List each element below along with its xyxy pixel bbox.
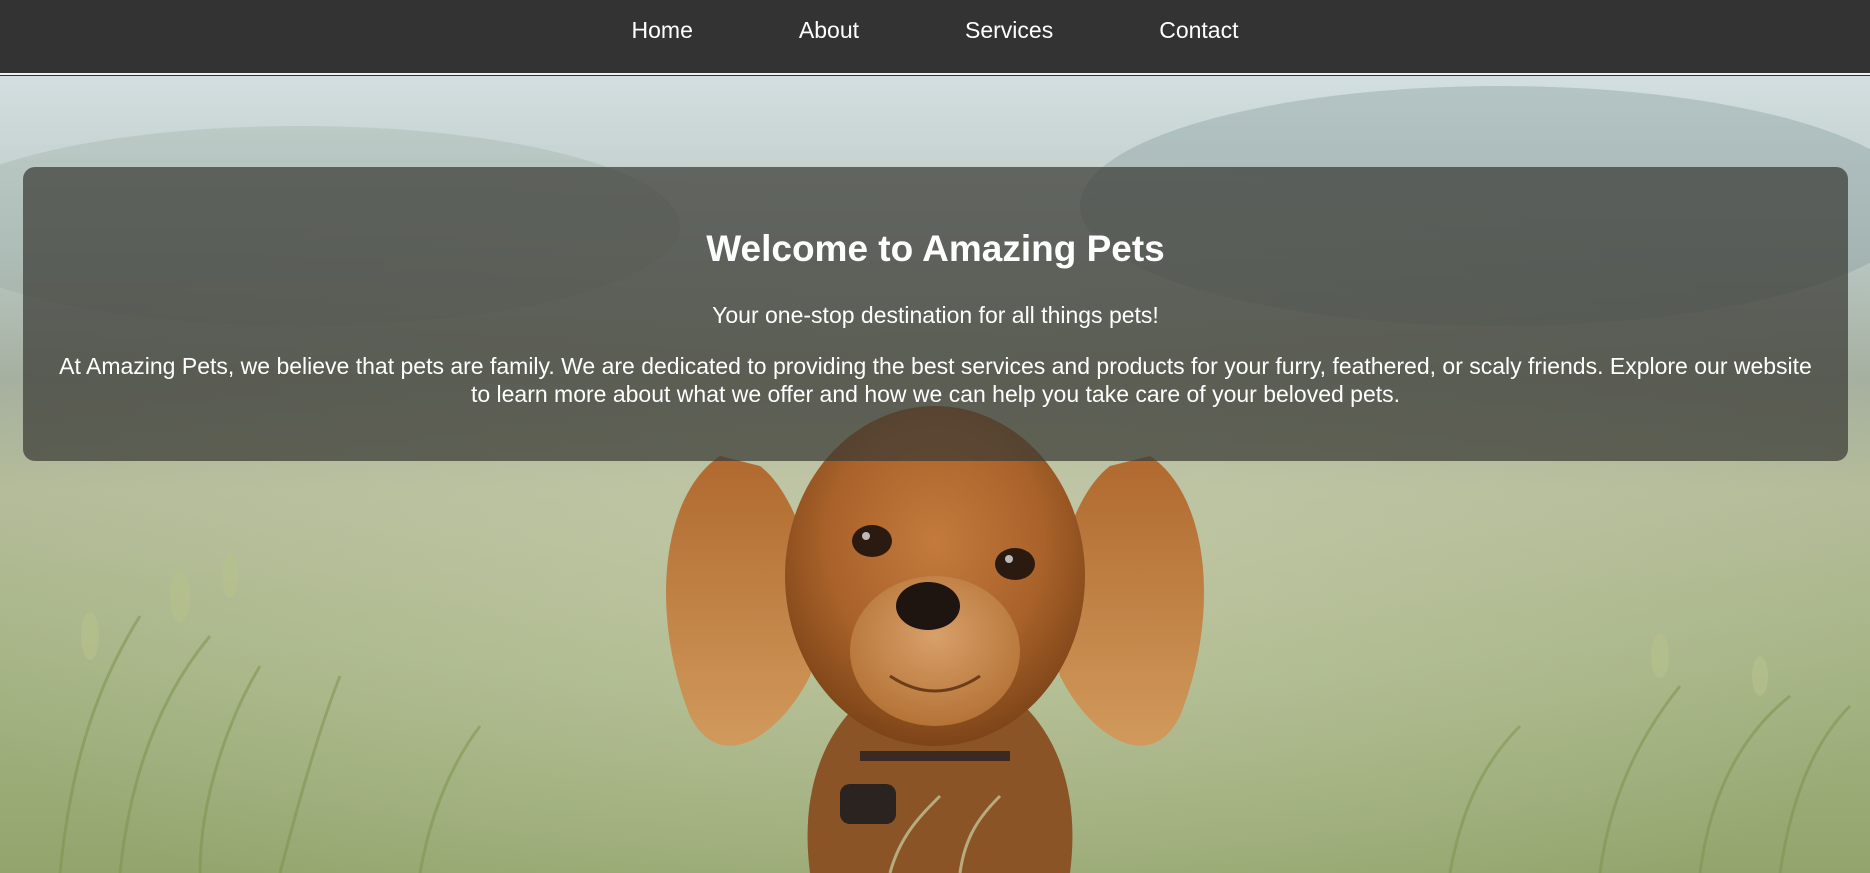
welcome-heading: Welcome to Amazing Pets [706, 228, 1165, 269]
nav-link-contact[interactable]: Contact [1159, 17, 1238, 43]
nav-item-services: Services [965, 17, 1053, 44]
nav-item-home: Home [632, 17, 693, 44]
nav-item-about: About [799, 17, 859, 44]
nav-menu: Home About Services Contact [0, 0, 1870, 60]
welcome-description: At Amazing Pets, we believe that pets ar… [59, 353, 1812, 407]
nav-link-about[interactable]: About [799, 17, 859, 43]
welcome-tagline: Your one-stop destination for all things… [712, 302, 1159, 328]
welcome-panel: Welcome to Amazing Pets Your one-stop de… [23, 167, 1848, 461]
nav-link-services[interactable]: Services [965, 17, 1053, 43]
hero-section: Welcome to Amazing Pets Your one-stop de… [0, 76, 1870, 873]
top-navbar: Home About Services Contact [0, 0, 1870, 75]
nav-item-contact: Contact [1159, 17, 1238, 44]
nav-link-home[interactable]: Home [632, 17, 693, 43]
